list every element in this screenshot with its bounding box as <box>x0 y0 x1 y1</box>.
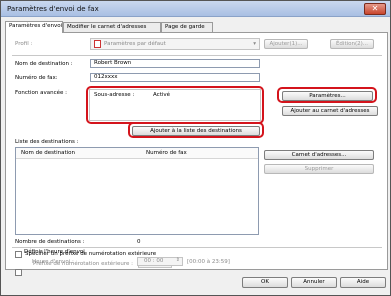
dest-name-label: Nom de destination : <box>15 61 73 67</box>
divider <box>12 55 382 56</box>
prefix-checkbox[interactable] <box>15 251 22 258</box>
window-title: Paramètres d'envoi de fax <box>7 5 99 13</box>
divider <box>12 247 382 248</box>
highlight-add-to-list <box>128 122 264 138</box>
highlight-parameters <box>277 87 377 103</box>
dest-list-table[interactable]: Nom de destination Numéro de fax <box>15 147 259 235</box>
dest-count-value: 0 <box>137 239 141 245</box>
dest-name-input[interactable]: Robert Brown <box>90 59 260 68</box>
send-time-value: 00 : 00 <box>144 258 164 264</box>
profile-add-button[interactable]: Ajouter(1)... <box>264 39 308 49</box>
settings-panel: Profil : Paramètres par défaut ▾ Ajouter… <box>5 32 388 276</box>
fax-number-label: Numéro de fax: <box>15 75 58 81</box>
tab-cover-page[interactable]: Page de garde <box>161 22 213 32</box>
profile-value: Paramètres par défaut <box>104 41 166 47</box>
highlight-advanced <box>86 86 264 124</box>
add-to-address-book-button[interactable]: Ajouter au carnet d'adresses <box>282 106 378 116</box>
advanced-label: Fonction avancée : <box>15 90 68 96</box>
fax-settings-dialog: Paramètres d'envoi de fax ✕ Paramètres d… <box>0 0 391 296</box>
dest-count-label: Nombre de destinations : <box>15 239 85 245</box>
tab-send-settings[interactable]: Paramètres d'envoi <box>5 21 63 33</box>
delete-button[interactable]: Supprimer <box>264 164 374 174</box>
profile-label: Profil : <box>15 41 33 47</box>
help-button[interactable]: Aide <box>340 277 386 288</box>
col-dest-name[interactable]: Nom de destination <box>21 150 75 156</box>
schedule-label: Définir l'heure d'envoi <box>24 249 85 255</box>
table-header: Nom de destination Numéro de fax <box>16 148 258 159</box>
address-book-button[interactable]: Carnet d'adresses... <box>264 150 374 160</box>
dest-list-label: Liste des destinations : <box>15 139 79 145</box>
profile-select[interactable]: Paramètres par défaut ▾ <box>90 38 260 50</box>
chevron-down-icon: ▾ <box>253 41 256 47</box>
send-time-label: Heure d'envoi : <box>32 259 74 265</box>
profile-edit-button[interactable]: Édition(2)... <box>330 39 374 49</box>
send-time-input[interactable]: 00 : 00 ⇕ <box>137 257 183 266</box>
tab-edit-address-book[interactable]: Modifier le carnet d'adresses <box>63 22 161 32</box>
col-fax-number[interactable]: Numéro de fax <box>146 150 187 156</box>
cancel-button[interactable]: Annuler <box>291 277 337 288</box>
spin-icon: ⇕ <box>175 257 180 263</box>
schedule-checkbox[interactable] <box>15 269 22 276</box>
fax-number-input[interactable]: 012xxxx <box>90 73 260 82</box>
time-range-hint: [00:00 à 23:59] <box>187 259 230 265</box>
profile-icon <box>94 40 101 48</box>
close-button[interactable]: ✕ <box>364 3 386 15</box>
ok-button[interactable]: OK <box>242 277 288 288</box>
title-bar: Paramètres d'envoi de fax ✕ <box>1 1 390 17</box>
